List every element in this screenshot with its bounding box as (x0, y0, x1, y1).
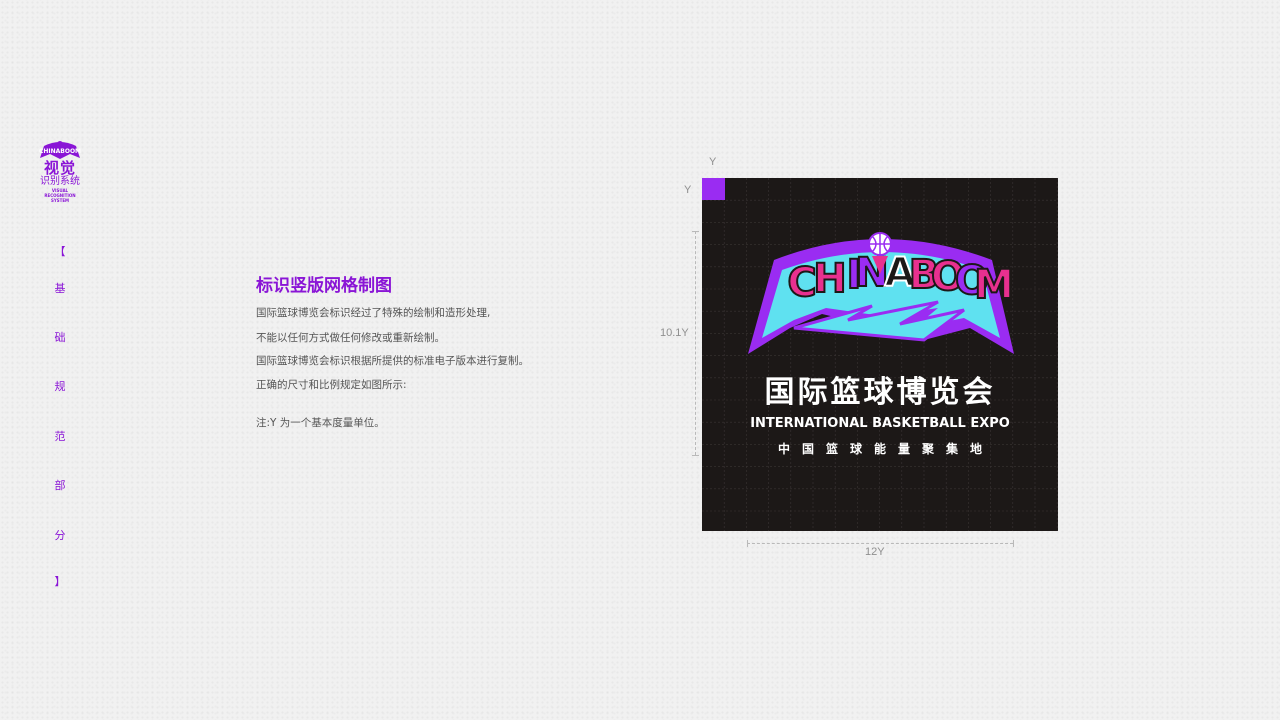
height-tick-bottom (692, 455, 699, 456)
nav-bracket-open: 【 (54, 245, 66, 258)
nav-bracket-close: 】 (54, 575, 66, 588)
brand-title: 视觉 (43, 159, 76, 177)
brand-english: VISUAL RECOGNITION SYSTEM (44, 188, 76, 203)
page-title: 标识竖版网格制图 (256, 276, 392, 296)
height-label: 10.1Y (660, 327, 689, 339)
width-tick-left (747, 540, 748, 547)
body-line-1: 国际篮球博览会标识经过了特殊的绘制和造形处理, (256, 307, 491, 319)
mini-logo-word: CHINABOOM (39, 148, 81, 155)
logo-english-name: INTERNATIONAL BASKETBALL EXPO (750, 416, 1010, 431)
logo-slogan: 中国篮球能量聚集地 (777, 442, 994, 456)
width-dimension-line (747, 543, 1013, 545)
unit-label-top: Y (709, 156, 717, 168)
nav-char-1: 基 (54, 282, 66, 295)
unit-label-left: Y (684, 184, 692, 196)
sidebar-brand: CHINABOOM 视觉 识别系统 VISUAL RECOGNITION SYS… (36, 140, 84, 203)
height-dimension-line (695, 231, 697, 455)
body-line-3: 国际篮球博览会标识根据所提供的标准电子版本进行复制。 (256, 355, 529, 367)
brand-subtitle: 识别系统 (40, 176, 80, 187)
width-label: 12Y (865, 546, 885, 558)
chinaboom-mini-logo: CHINABOOM (39, 141, 81, 159)
logo-letter-h: H (813, 256, 846, 302)
height-tick-top (692, 231, 699, 232)
width-tick-right (1013, 540, 1014, 547)
nav-char-2: 础 (54, 331, 66, 344)
logo-grid-board: C H I N A B O O M 国际篮球博览会 INTERNATIONAL … (702, 178, 1058, 531)
nav-char-4: 范 (54, 430, 66, 443)
nav-char-3: 规 (54, 380, 66, 393)
logo-letter-m: M (974, 262, 1014, 308)
nav-char-6: 分 (54, 529, 66, 542)
note-line: 注:Y 为一个基本度量单位。 (256, 417, 385, 429)
chinaboom-logo-mark: C H I N A B O O M (748, 232, 1015, 354)
nav-char-5: 部 (54, 479, 66, 492)
unit-square (702, 178, 725, 200)
body-line-2: 不能以任何方式做任何修改或重新绘制。 (256, 332, 445, 344)
logo-chinese-name: 国际篮球博览会 (764, 375, 996, 410)
body-line-4: 正确的尺寸和比例规定如图所示: (256, 379, 407, 391)
